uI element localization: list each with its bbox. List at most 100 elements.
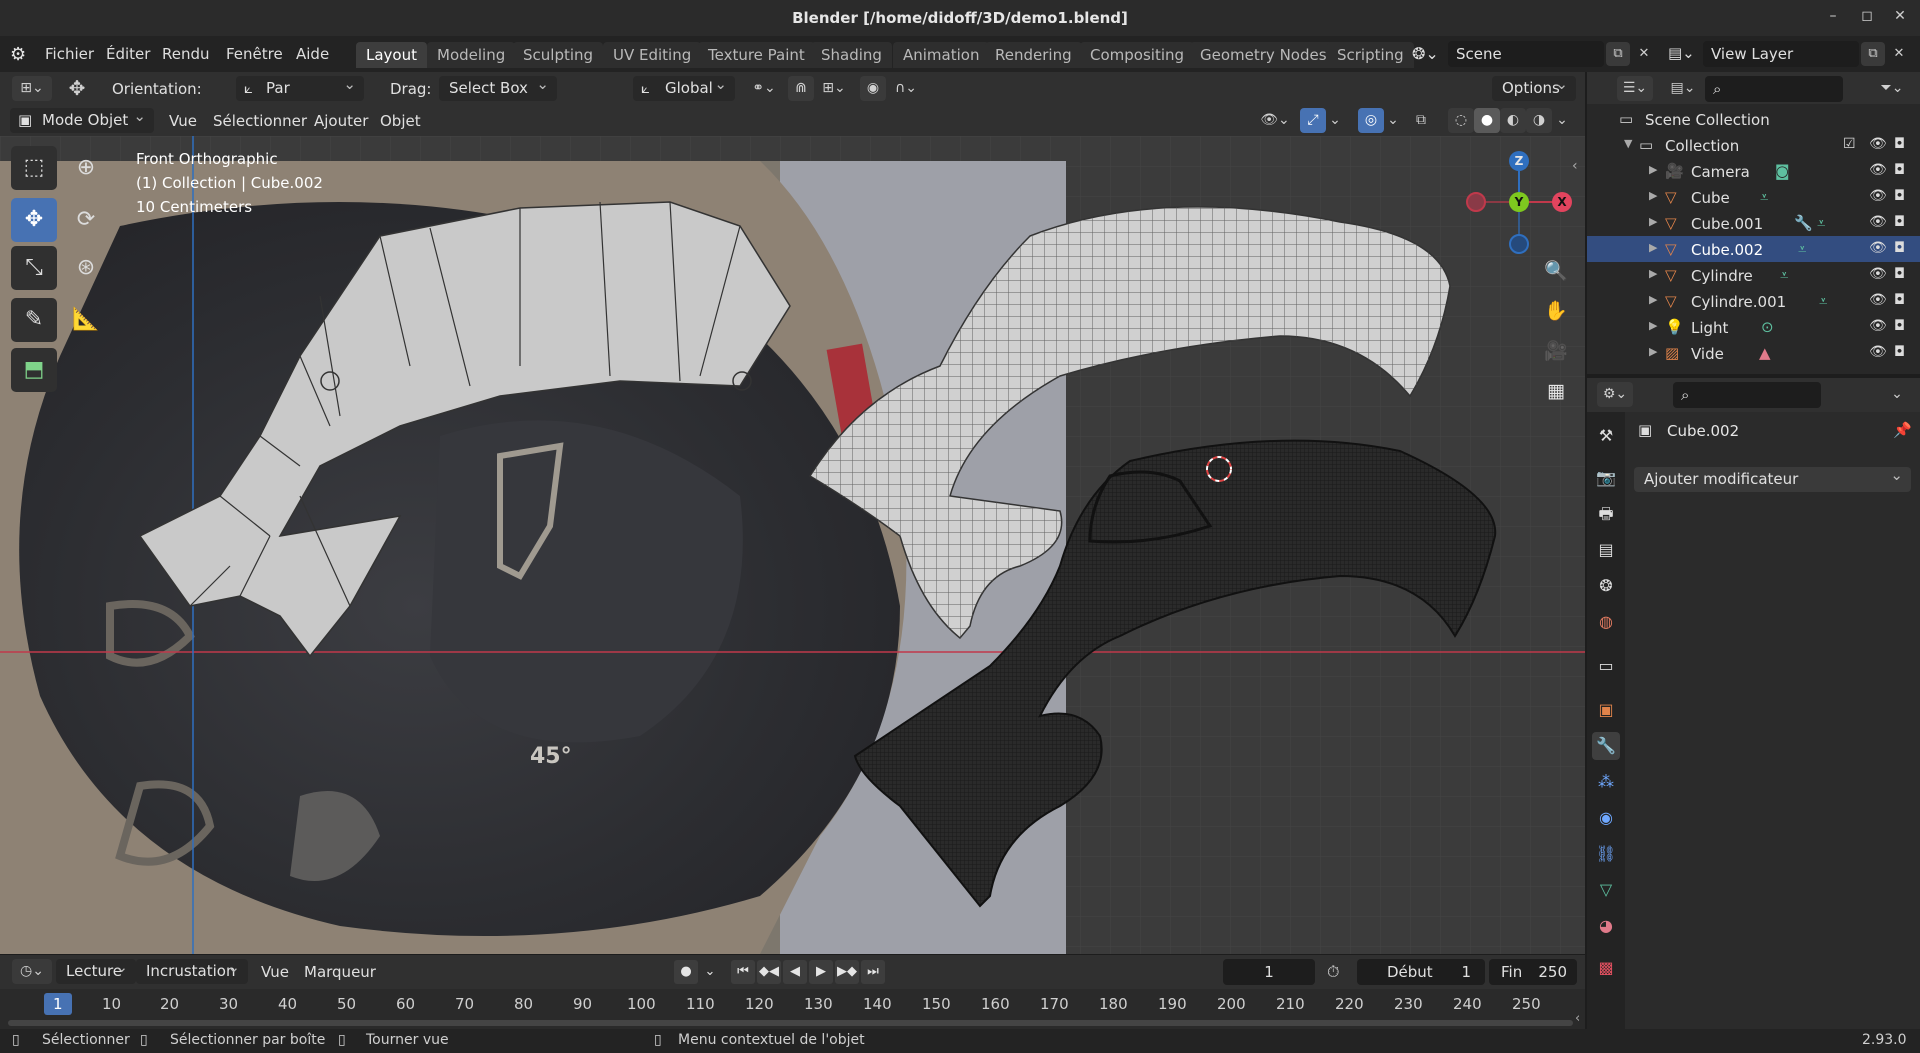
rendered-shading-icon[interactable]: ◑ bbox=[1526, 108, 1552, 133]
mesh-data-icon[interactable]: ⩡ bbox=[1817, 214, 1825, 232]
physics-tab-icon[interactable]: ◉ bbox=[1592, 804, 1620, 832]
menu-ajouter[interactable]: Ajouter bbox=[314, 112, 368, 130]
material-shading-icon[interactable]: ◐ bbox=[1500, 108, 1526, 133]
falloff-icon[interactable]: ∩⌄ bbox=[888, 76, 924, 101]
collection-expand-arrow[interactable]: ▼ bbox=[1624, 137, 1632, 150]
overlay-toggle-icon[interactable]: ◎ bbox=[1358, 108, 1384, 133]
modifier-wrench-icon[interactable]: 🔧 bbox=[1794, 214, 1813, 232]
record-icon[interactable]: ● bbox=[674, 960, 698, 984]
new-view-layer-icon[interactable]: ⧉ bbox=[1861, 42, 1885, 66]
orientation-dropdown[interactable]: ⟀ Par défaut bbox=[236, 72, 364, 122]
camera-render-icon[interactable]: ◘ bbox=[1894, 214, 1905, 230]
menu-marqueur[interactable]: Marqueur bbox=[304, 963, 376, 981]
timeline-scrollbar[interactable] bbox=[8, 1020, 1573, 1026]
mesh-data-icon[interactable]: ⩡ bbox=[1798, 240, 1806, 258]
gizmo-dropdown-icon[interactable]: ⌄ bbox=[1326, 108, 1344, 133]
object-tab-icon[interactable]: ▣ bbox=[1592, 696, 1620, 724]
view-layer-tab-icon[interactable]: ▤ bbox=[1592, 536, 1620, 564]
cursor-tool-icon[interactable]: ⊕ bbox=[63, 146, 109, 190]
keying-dropdown-icon[interactable]: ⌄ bbox=[698, 960, 722, 984]
gizmo-y-axis[interactable]: Y bbox=[1509, 192, 1529, 212]
delete-view-layer-icon[interactable]: ✕ bbox=[1887, 42, 1911, 66]
data-tab-icon[interactable]: ▽ bbox=[1592, 876, 1620, 904]
expand-arrow[interactable]: ▶ bbox=[1649, 241, 1657, 254]
end-frame-field[interactable]: Fin 250 bbox=[1489, 959, 1577, 985]
eye-icon[interactable]: 👁 bbox=[1869, 292, 1887, 308]
scene-name-field[interactable]: Scene bbox=[1448, 41, 1604, 67]
menu-vue[interactable]: Vue bbox=[169, 112, 197, 130]
transform-tool-icon[interactable]: ⊛ bbox=[63, 246, 109, 290]
outliner-item-cube-001[interactable]: ▶ ▽ Cube.001 🔧 ⩡ 👁 ◘ bbox=[1587, 210, 1920, 236]
outliner-item-cylindre-001[interactable]: ▶ ▽ Cylindre.001 ⩡ 👁 ◘ bbox=[1587, 288, 1920, 314]
menu-lecture[interactable]: Lecture bbox=[56, 955, 136, 984]
start-frame-field[interactable]: Début 1 bbox=[1357, 959, 1485, 985]
camera-render-icon[interactable]: ◘ bbox=[1894, 136, 1905, 152]
xray-toggle-icon[interactable]: ⧉ bbox=[1408, 108, 1434, 133]
mode-dropdown[interactable]: ▣ Mode Objet bbox=[10, 104, 154, 133]
scene-selector-icon[interactable]: ❂⌄ bbox=[1412, 44, 1439, 63]
material-tab-icon[interactable]: ◕ bbox=[1592, 912, 1620, 940]
add-modifier-dropdown[interactable]: Ajouter modificateur bbox=[1634, 463, 1911, 492]
outliner-item-vide[interactable]: ▶ ▨ Vide ▲ 👁 ◘ bbox=[1587, 340, 1920, 366]
tab-modeling[interactable]: Modeling bbox=[427, 42, 516, 68]
play-icon[interactable]: ▶ bbox=[809, 960, 833, 984]
visibility-filter-icon[interactable]: 👁⌄ bbox=[1256, 108, 1294, 133]
gizmo-x-axis[interactable]: X bbox=[1552, 192, 1572, 212]
tab-scripting[interactable]: Scripting bbox=[1327, 42, 1414, 68]
eye-icon[interactable]: 👁 bbox=[1869, 214, 1887, 230]
scale-tool-icon[interactable]: ⤡ bbox=[11, 246, 57, 290]
prev-keyframe-icon[interactable]: ◆◀ bbox=[757, 960, 781, 984]
drag-dropdown[interactable]: Select Box bbox=[439, 72, 557, 101]
tab-geometry-nodes[interactable]: Geometry Nodes bbox=[1190, 42, 1337, 68]
pivot-point-icon[interactable]: ⚭⌄ bbox=[746, 76, 782, 101]
close-button[interactable]: ✕ bbox=[1890, 8, 1910, 28]
tool-tab-icon[interactable]: ⚒ bbox=[1592, 422, 1620, 450]
expand-arrow[interactable]: ▶ bbox=[1649, 163, 1657, 176]
expand-arrow[interactable]: ▶ bbox=[1649, 215, 1657, 228]
display-mode-icon[interactable]: ▤⌄ bbox=[1665, 76, 1701, 101]
blender-logo-icon[interactable]: ⚙ bbox=[10, 44, 26, 65]
eye-icon[interactable]: 👁 bbox=[1869, 266, 1887, 282]
select-box-tool-icon[interactable]: ⬚ bbox=[11, 146, 57, 190]
menu-fichier[interactable]: Fichier bbox=[45, 45, 94, 63]
camera-view-icon[interactable]: 🎥 bbox=[1539, 334, 1573, 368]
minimize-button[interactable]: – bbox=[1823, 8, 1843, 28]
expand-arrow[interactable]: ▶ bbox=[1649, 189, 1657, 202]
mesh-data-icon[interactable]: ⩡ bbox=[1780, 266, 1788, 284]
light-data-icon[interactable]: ⊙ bbox=[1761, 318, 1774, 336]
properties-options-icon[interactable]: ⌄ bbox=[1885, 382, 1909, 407]
tab-texture-paint[interactable]: Texture Paint bbox=[698, 42, 815, 68]
outliner-editor-icon[interactable]: ☰⌄ bbox=[1617, 76, 1653, 101]
tab-layout[interactable]: Layout bbox=[356, 42, 427, 68]
constraints-tab-icon[interactable]: ⛓ bbox=[1592, 840, 1620, 868]
move-tool-icon[interactable]: ✥ bbox=[11, 198, 57, 242]
sidebar-toggle-icon[interactable]: ‹ bbox=[1572, 158, 1578, 174]
eye-icon[interactable]: 👁 bbox=[1869, 318, 1887, 334]
menu-selectionner[interactable]: Sélectionner bbox=[213, 112, 307, 130]
timeline-ruler[interactable]: 1 10 20 30 40 50 60 70 80 90 100 110 120… bbox=[0, 989, 1585, 1029]
camera-render-icon[interactable]: ◘ bbox=[1894, 162, 1905, 178]
camera-data-icon[interactable]: ◙ bbox=[1775, 162, 1790, 180]
shading-dropdown-icon[interactable]: ⌄ bbox=[1552, 108, 1572, 133]
timeline-sidebar-icon[interactable]: ‹ bbox=[1575, 1011, 1580, 1026]
tab-animation[interactable]: Animation bbox=[893, 42, 990, 68]
properties-editor-icon[interactable]: ⚙⌄ bbox=[1597, 382, 1633, 407]
scene-tab-icon[interactable]: ❂ bbox=[1592, 572, 1620, 600]
eye-icon[interactable]: 👁 bbox=[1869, 162, 1887, 178]
menu-rendu[interactable]: Rendu bbox=[162, 45, 210, 63]
current-frame-field[interactable]: 1 bbox=[1223, 959, 1315, 985]
transform-tool-icon[interactable]: ✥ bbox=[64, 76, 90, 101]
maximize-button[interactable]: ◻ bbox=[1857, 8, 1877, 28]
expand-arrow[interactable]: ▶ bbox=[1649, 267, 1657, 280]
measure-tool-icon[interactable]: 📐 bbox=[63, 298, 109, 342]
view-layer-selector-icon[interactable]: ▤⌄ bbox=[1668, 44, 1695, 62]
jump-end-icon[interactable]: ⏭ bbox=[861, 960, 885, 984]
view-layer-field[interactable]: View Layer bbox=[1703, 41, 1859, 67]
collection-row[interactable]: ▼ ▭ Collection ☑ 👁 ◘ bbox=[1587, 132, 1920, 158]
world-tab-icon[interactable]: ◍ bbox=[1592, 608, 1620, 636]
gizmo-neg-x-axis[interactable] bbox=[1466, 192, 1486, 212]
modifier-tab-icon[interactable]: 🔧 bbox=[1592, 732, 1620, 760]
outliner-item-camera[interactable]: ▶ 🎥 Camera ◙ 👁 ◘ bbox=[1587, 158, 1920, 184]
pin-icon[interactable]: 📌 bbox=[1893, 421, 1912, 439]
camera-render-icon[interactable]: ◘ bbox=[1894, 344, 1905, 360]
